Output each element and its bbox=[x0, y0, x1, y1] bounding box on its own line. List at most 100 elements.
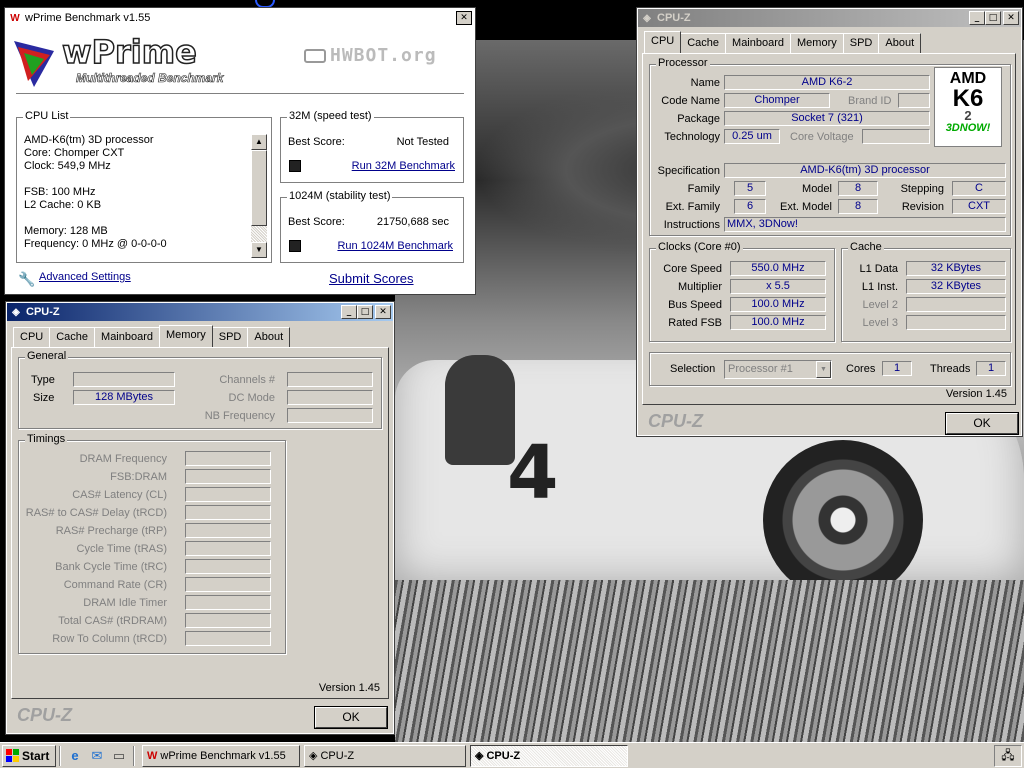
hwbot-logo[interactable]: HWBOT.org bbox=[304, 45, 437, 66]
size-label: Size bbox=[33, 392, 55, 404]
family-label: Family bbox=[687, 183, 720, 195]
threads-label: Threads bbox=[930, 363, 971, 375]
minimize-button[interactable]: _ bbox=[341, 305, 357, 319]
timing-field bbox=[185, 559, 271, 574]
close-button[interactable]: ✕ bbox=[1003, 11, 1019, 25]
scroll-down-button[interactable]: ▼ bbox=[251, 242, 267, 258]
task-wprime[interactable]: W wPrime Benchmark v1.55 bbox=[142, 744, 300, 767]
cpuz-memory-titlebar[interactable]: ◈ CPU-Z _ □ ✕ bbox=[7, 303, 393, 321]
wprime-titlebar[interactable]: W wPrime Benchmark v1.55 ✕ bbox=[6, 9, 474, 27]
maximize-button[interactable]: □ bbox=[357, 305, 373, 319]
submit-scores-link[interactable]: Submit Scores bbox=[329, 271, 414, 286]
level3-field bbox=[906, 315, 1006, 330]
ok-button[interactable]: OK bbox=[945, 412, 1019, 435]
tab-cache[interactable]: Cache bbox=[49, 327, 96, 347]
cpuz-memory-window: ◈ CPU-Z _ □ ✕ CPU Cache Mainboard Memory SPD… bbox=[5, 301, 395, 735]
taskbar-separator bbox=[59, 745, 61, 766]
processor-select[interactable]: Processor #1 ▼ bbox=[724, 360, 832, 379]
robot-icon bbox=[304, 48, 326, 63]
nbfreq-field bbox=[287, 408, 373, 423]
close-button[interactable]: ✕ bbox=[456, 11, 472, 25]
timing-label: RAS# to CAS# Delay (tRCD) bbox=[25, 507, 167, 519]
instructions-label: Instructions bbox=[663, 219, 720, 231]
scroll-up-button[interactable]: ▲ bbox=[251, 134, 267, 150]
timing-field bbox=[185, 487, 271, 502]
minimize-button[interactable]: _ bbox=[969, 11, 985, 25]
cpu-list-scrollbar[interactable]: ▲ ▼ bbox=[251, 134, 267, 258]
desktop-icon-partial[interactable] bbox=[255, 0, 275, 8]
tab-mainboard[interactable]: Mainboard bbox=[725, 33, 792, 53]
start-button[interactable]: Start bbox=[2, 744, 56, 767]
scroll-thumb[interactable] bbox=[251, 150, 267, 226]
size-field: 128 MBytes bbox=[73, 390, 175, 405]
corespeed-field: 550.0 MHz bbox=[730, 261, 826, 276]
nbfreq-label: NB Frequency bbox=[204, 410, 275, 422]
network-icon[interactable]: 🖧 bbox=[1001, 746, 1014, 767]
cores-field: 1 bbox=[882, 361, 912, 376]
wprime-logo-icon bbox=[14, 41, 54, 87]
timing-label: Command Rate (CR) bbox=[63, 579, 167, 591]
revision-label: Revision bbox=[901, 201, 944, 213]
cpuz-memory-tabs: CPU Cache Mainboard Memory SPD About bbox=[13, 325, 291, 347]
codename-field: Chomper bbox=[724, 93, 830, 108]
hwbot-text: HWBOT.org bbox=[330, 45, 437, 66]
tab-mainboard[interactable]: Mainboard bbox=[94, 327, 161, 347]
version-label: Version 1.45 bbox=[318, 682, 380, 694]
task-label: CPU-Z bbox=[320, 749, 355, 762]
cpu-list-line: Memory: 128 MB bbox=[24, 225, 108, 237]
maximize-button[interactable]: □ bbox=[985, 11, 1001, 25]
cpuz-app-icon: ◈ bbox=[475, 750, 484, 762]
timing-field bbox=[185, 631, 271, 646]
tab-about[interactable]: About bbox=[247, 327, 291, 347]
tab-memory[interactable]: Memory bbox=[159, 325, 213, 347]
timing-label: Bank Cycle Time (tRC) bbox=[55, 561, 167, 573]
type-label: Type bbox=[31, 374, 55, 386]
revision-field: CXT bbox=[952, 199, 1006, 214]
score32-value: Not Tested bbox=[396, 136, 449, 148]
run-32m-link[interactable]: Run 32M Benchmark bbox=[352, 160, 455, 172]
floppy-icon[interactable] bbox=[289, 160, 301, 172]
chevron-down-icon[interactable]: ▼ bbox=[816, 361, 831, 378]
model-label: Model bbox=[802, 183, 832, 195]
taskbar-separator bbox=[133, 745, 135, 766]
l1data-label: L1 Data bbox=[859, 263, 898, 275]
cpu-list-line: Core: Chomper CXT bbox=[24, 147, 125, 159]
timing-label: DRAM Idle Timer bbox=[83, 597, 167, 609]
advanced-settings-link[interactable]: Advanced Settings bbox=[39, 271, 131, 283]
internet-explorer-icon[interactable]: e bbox=[66, 747, 84, 765]
task-cpuz-1[interactable]: ◈ CPU-Z bbox=[304, 744, 466, 767]
type-field bbox=[73, 372, 175, 387]
tab-cpu[interactable]: CPU bbox=[13, 327, 51, 347]
ok-button[interactable]: OK bbox=[314, 706, 388, 729]
timing-label: Total CAS# (tRDRAM) bbox=[58, 615, 167, 627]
floppy-icon[interactable] bbox=[289, 240, 301, 252]
tab-cache[interactable]: Cache bbox=[680, 33, 727, 53]
close-button[interactable]: ✕ bbox=[375, 305, 391, 319]
timing-label: CAS# Latency (CL) bbox=[72, 489, 167, 501]
tab-memory[interactable]: Memory bbox=[790, 33, 844, 53]
run-1024m-link[interactable]: Run 1024M Benchmark bbox=[337, 240, 453, 252]
cpuz-cpu-panel: Processor Name AMD K6-2 Code Name Chompe… bbox=[642, 53, 1016, 405]
cpuz-cpu-titlebar[interactable]: ◈ CPU-Z _ □ ✕ bbox=[638, 9, 1021, 27]
outlook-express-icon[interactable]: ✉ bbox=[88, 747, 106, 765]
tab-spd[interactable]: SPD bbox=[842, 33, 880, 53]
tab-cpu[interactable]: CPU bbox=[644, 31, 682, 53]
task-label: wPrime Benchmark v1.55 bbox=[160, 749, 286, 762]
level2-label: Level 2 bbox=[862, 299, 898, 311]
tab-about[interactable]: About bbox=[878, 33, 922, 53]
tab-spd[interactable]: SPD bbox=[211, 327, 249, 347]
wprime-logo-text: wPrime bbox=[61, 32, 197, 72]
l1data-field: 32 KBytes bbox=[906, 261, 1006, 276]
timing-label: FSB:DRAM bbox=[110, 471, 167, 483]
timing-label: Row To Column (tRCD) bbox=[52, 633, 167, 645]
wprime-logo: wPrime Multithreaded Benchmark bbox=[14, 32, 244, 89]
selection-label: Selection bbox=[670, 363, 716, 375]
cores-label: Cores bbox=[846, 363, 876, 375]
show-desktop-icon[interactable]: ▭ bbox=[110, 747, 128, 765]
task-cpuz-2[interactable]: ◈ CPU-Z bbox=[470, 744, 628, 767]
wprime-header-divider bbox=[16, 93, 464, 94]
windows-logo-icon bbox=[6, 749, 19, 762]
cpu-list-line: AMD-K6(tm) 3D processor bbox=[24, 134, 154, 146]
technology-label: Technology bbox=[664, 131, 720, 143]
technology-field: 0.25 um bbox=[724, 129, 780, 144]
